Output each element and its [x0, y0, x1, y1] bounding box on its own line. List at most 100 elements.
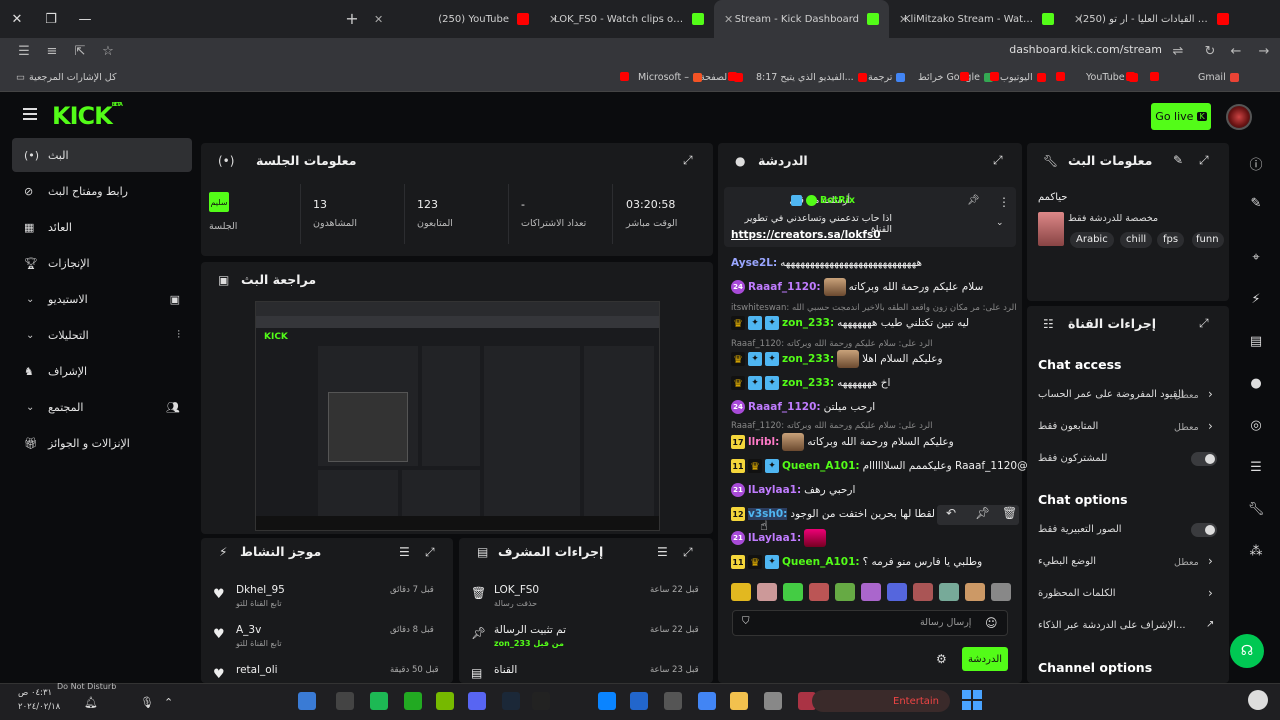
info-icon[interactable]: ⓘ	[1246, 154, 1266, 173]
chat-message[interactable]: 21 lLaylaa1: ارحبي رهف	[731, 481, 855, 499]
gamepad-icon[interactable]	[298, 692, 316, 710]
star-icon[interactable]: ☆	[94, 44, 122, 59]
gear-icon[interactable]	[336, 692, 354, 710]
sidebar-item[interactable]: (•) البث	[12, 138, 192, 172]
trash-icon[interactable]: 🗑︎	[1002, 506, 1017, 520]
server-icon[interactable]: ☰	[1246, 460, 1266, 475]
chevron-down-icon[interactable]: ⌄	[26, 330, 34, 341]
filter-icon[interactable]: ☰	[399, 545, 410, 559]
emoji-icon[interactable]: ☺	[985, 616, 998, 630]
tag-arabic[interactable]: Arabic	[1070, 232, 1114, 248]
store-icon[interactable]	[630, 692, 648, 710]
emote-icon[interactable]	[913, 583, 933, 601]
chevron-up-icon[interactable]: ⌃	[164, 696, 173, 709]
activity-name[interactable]: retal_oli	[236, 664, 278, 676]
filter-icon[interactable]: ☰	[657, 545, 668, 559]
folder-icon[interactable]	[730, 692, 748, 710]
chat-message[interactable]: ♛ ✦ ✦ zon_233: ليه تبين تكتلني طيب هههههههه	[731, 314, 969, 332]
chevron-down-icon[interactable]: ⌄	[26, 402, 34, 413]
spotify-icon[interactable]	[370, 692, 388, 710]
youtube-icon[interactable]	[620, 72, 629, 81]
chevron-down-icon[interactable]: ⌄	[26, 294, 34, 305]
youtube-icon[interactable]	[1126, 72, 1135, 81]
stream-preview[interactable]: KICK	[255, 301, 660, 531]
broadcast-icon[interactable]: ◎	[1246, 418, 1266, 433]
browser-tab[interactable]: ✕ (250) YouTube	[364, 0, 539, 38]
activity-name[interactable]: A_3v	[236, 624, 261, 636]
sidebar-icon[interactable]: ≡	[38, 44, 66, 59]
chat-message[interactable]: ♛ ✦ ✦ zon_233: وعليكم السلام اهلا	[731, 350, 943, 368]
bookmark-item[interactable]: خرائط Google	[918, 72, 993, 83]
restore-window-icon[interactable]: ❐	[34, 12, 68, 27]
reply-preview[interactable]: Raaaf_1120: الرد على: سلام عليكم ورحمة ا…	[731, 339, 933, 349]
shield-icon[interactable]: ⛉	[742, 616, 750, 627]
target-icon[interactable]: ⌖	[1246, 250, 1266, 265]
chat-message[interactable]: 24 Raaaf_1120: سلام عليكم ورحمة الله وبركا…	[731, 278, 983, 296]
youtube-icon[interactable]	[1056, 72, 1065, 81]
chat-message[interactable]: 11 ♛ ✦ Queen_A101: @Raaaf_1120 وعليكممم السل…	[731, 457, 1028, 475]
clock-date[interactable]: ٢٠٢٤/٠٢/١٨	[18, 702, 60, 712]
bookmark-item[interactable]: 8:17 الفيديو الذي يتيح...	[756, 72, 867, 83]
lightning-icon[interactable]: ⚡	[1246, 292, 1266, 307]
sidebar-item[interactable]: ⌄ المجتمع 👥︎	[12, 390, 192, 424]
sidebar-item[interactable]: 🎁︎ الإنزالات و الجوائز	[12, 426, 192, 460]
chat-message[interactable]: 17 llribl: وعليكم السلام ورحمة الله وبركات…	[731, 433, 954, 451]
expand-icon[interactable]: ⤢	[1199, 316, 1209, 331]
all-bookmarks[interactable]: ▭ كل الإشارات المرجعية	[16, 72, 117, 83]
discord-icon[interactable]	[468, 692, 486, 710]
bookmark-item[interactable]: Microsoft –	[638, 72, 703, 83]
support-icon[interactable]: ☊	[1230, 634, 1264, 668]
sidebar-item[interactable]: ⌄ التحليلات ⫶	[12, 318, 192, 352]
edge-icon[interactable]	[598, 692, 616, 710]
back-icon[interactable]: →	[1250, 44, 1278, 59]
expand-icon[interactable]: ⤢	[993, 153, 1003, 168]
youtube-icon[interactable]	[728, 72, 737, 81]
notes-icon[interactable]	[764, 692, 782, 710]
send-chat-button[interactable]: الدردشة	[962, 647, 1008, 671]
mod-action-name[interactable]: LOK_FS0	[494, 584, 539, 596]
browser-tab[interactable]: ✕LOK_FS0 - Watch clips on Kick	[539, 0, 714, 38]
bookmark-item[interactable]: اليوتيوب	[1000, 72, 1046, 83]
chevron-right-icon[interactable]: ›	[1208, 586, 1213, 600]
emote-icon[interactable]	[965, 583, 985, 601]
menu-icon[interactable]	[23, 108, 37, 120]
chevron-right-icon[interactable]: ›	[1208, 554, 1213, 568]
emote-icon[interactable]	[887, 583, 907, 601]
next-icon[interactable]	[532, 692, 550, 710]
minimize-window-icon[interactable]: —	[68, 12, 102, 27]
nvidia-icon[interactable]	[436, 692, 454, 710]
close-window-icon[interactable]: ✕	[0, 12, 34, 27]
bookmark-item[interactable]: Gmail	[1198, 72, 1239, 83]
chat-icon[interactable]: ●	[1246, 376, 1266, 391]
sidebar-item[interactable]: ♞ الإشراف	[12, 354, 192, 388]
weather-icon[interactable]	[1248, 690, 1268, 710]
expand-icon[interactable]: ⤢	[425, 545, 435, 560]
bookmark-item[interactable]: ترجمة	[868, 72, 906, 83]
pinned-link[interactable]: https://creators.sa/lokfs0	[731, 229, 881, 241]
emote-icon[interactable]	[809, 583, 829, 601]
browser-tab[interactable]: ✕KliMitzako Stream - Watch Live	[889, 0, 1064, 38]
emote-icon[interactable]	[835, 583, 855, 601]
steam-icon[interactable]	[502, 692, 520, 710]
expand-icon[interactable]: ⤢	[1199, 153, 1209, 168]
chat-message[interactable]: 11 ♛ ✦ Queen_A101: وطلبي يا فارس منو فرمه ؟	[731, 553, 982, 571]
windows-start-icon[interactable]	[962, 690, 982, 710]
tool-icon[interactable]: 🔧︎	[1246, 502, 1266, 517]
edit-icon[interactable]: ✎	[1173, 153, 1183, 167]
chat-message[interactable]: 24 Raaaf_1120: ارحب ميلتن	[731, 398, 875, 416]
user-avatar[interactable]	[1226, 104, 1252, 130]
activity-name[interactable]: Dkhel_95	[236, 584, 285, 596]
youtube-icon[interactable]	[960, 72, 969, 81]
close-tab-icon[interactable]: ✕	[549, 13, 558, 26]
emote-icon[interactable]	[939, 583, 959, 601]
close-tab-icon[interactable]: ✕	[374, 13, 383, 26]
expand-icon[interactable]: ⤢	[683, 545, 693, 560]
forward-icon[interactable]: ←	[1222, 44, 1250, 59]
kick-logo[interactable]: KICKBETA	[52, 102, 123, 130]
pencil-icon[interactable]: ✎	[1246, 196, 1266, 211]
close-tab-icon[interactable]: ✕	[1074, 13, 1083, 26]
clock-time[interactable]: ٠٤:٣١ ص	[18, 688, 52, 698]
chevron-right-icon[interactable]: ›	[1208, 419, 1213, 433]
pin-icon[interactable]: 📌︎	[975, 506, 990, 520]
mic-icon[interactable]: 🎙︎	[140, 696, 154, 709]
